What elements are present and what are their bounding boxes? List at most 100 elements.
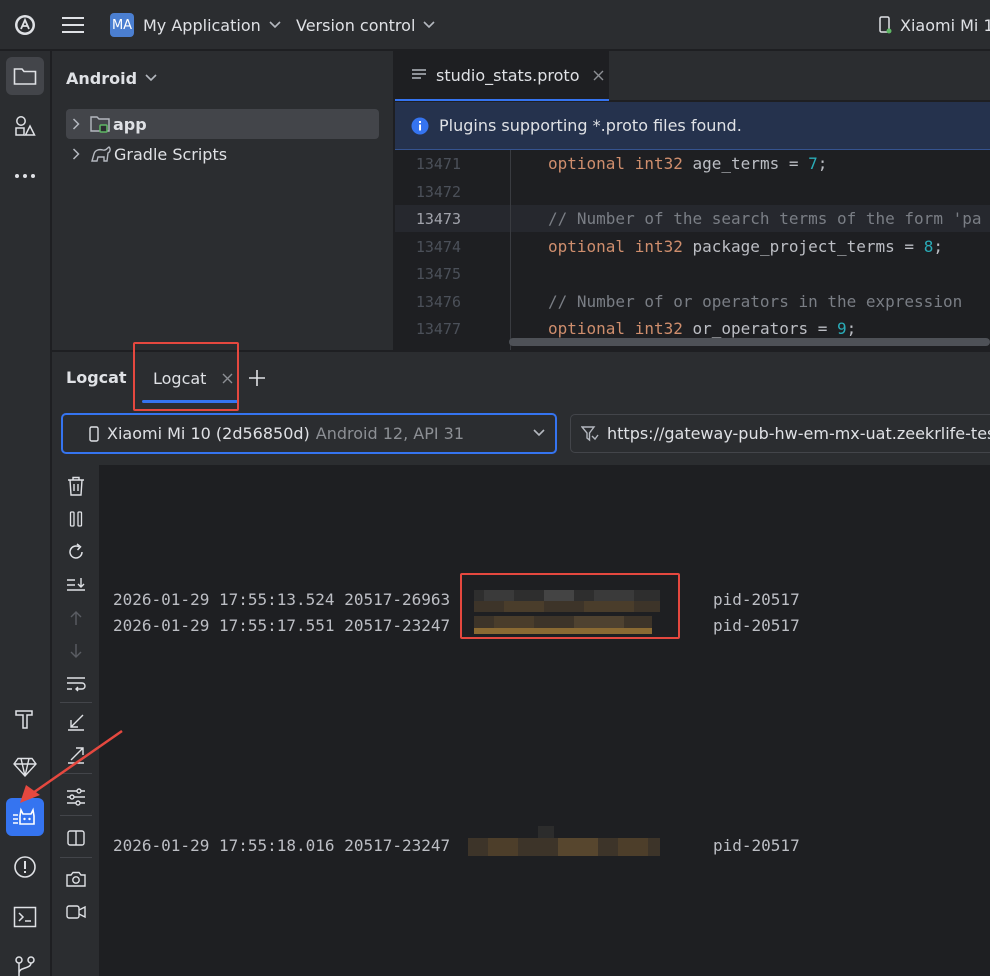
git-branch-icon xyxy=(14,955,36,976)
app-logo-icon[interactable] xyxy=(14,0,36,50)
chevron-down-icon xyxy=(145,74,157,82)
line-number: 13472 xyxy=(415,182,461,201)
restart-icon[interactable] xyxy=(64,540,88,564)
log-timestamp: 2026-01-29 17:55:18.016 xyxy=(113,835,335,855)
code-identifier: age_terms = xyxy=(682,154,809,173)
highlight-box-logcat-tab xyxy=(133,342,239,411)
phone-icon xyxy=(878,16,892,34)
code-line[interactable]: 13474 optional int32 package_project_term… xyxy=(395,233,990,260)
code-keyword: optional xyxy=(548,237,626,256)
terminal-tool-button[interactable] xyxy=(6,898,44,936)
device-selector-detail: Android 12, API 31 xyxy=(315,424,465,443)
code-text: // Number of or operators in the express… xyxy=(548,292,962,311)
chevron-down-icon xyxy=(269,21,281,29)
code-number: 7 xyxy=(808,154,818,173)
log-row[interactable]: 2026-01-29 17:55:13.524 20517-26963 xyxy=(113,587,450,611)
project-view-label: Android xyxy=(66,68,138,88)
device-name: Xiaomi Mi 10 xyxy=(900,15,990,35)
code-type: int32 xyxy=(634,237,683,256)
problems-tool-button[interactable] xyxy=(6,848,44,886)
chevron-down-icon xyxy=(423,21,435,29)
code-identifier: package_project_terms = xyxy=(682,237,924,256)
editor-tab-bar: studio_stats.proto xyxy=(395,51,990,101)
log-process-name: pid-20517 xyxy=(713,835,800,855)
logcat-window-title: Logcat xyxy=(66,368,127,387)
git-tool-button[interactable] xyxy=(6,948,44,976)
line-number: 13476 xyxy=(415,292,461,311)
device-selector[interactable]: Xiaomi Mi 10 xyxy=(878,0,990,50)
annotation-arrow xyxy=(18,729,124,805)
indent-guide xyxy=(510,150,511,350)
gradle-elephant-icon xyxy=(90,145,112,163)
tree-item-gradle-scripts[interactable]: Gradle Scripts xyxy=(66,139,379,169)
video-camera-icon[interactable] xyxy=(64,900,88,924)
main-menu-icon[interactable] xyxy=(62,0,84,50)
code-area[interactable]: 13471 optional int32 age_terms = 7; 13472 1… xyxy=(395,150,990,350)
code-type: int32 xyxy=(634,154,683,173)
toolbar-divider xyxy=(60,815,92,816)
info-icon xyxy=(411,117,429,135)
tree-item-app[interactable]: app xyxy=(66,109,379,139)
camera-icon[interactable] xyxy=(64,867,88,891)
version-control-menu[interactable]: Version control xyxy=(296,0,435,50)
code-line[interactable]: 13473 // Number of the search terms of th… xyxy=(395,205,990,232)
chevron-right-icon xyxy=(72,148,80,160)
logcat-cat-icon xyxy=(12,806,38,828)
code-text: optional int32 age_terms = 7; xyxy=(548,154,827,173)
text-file-icon xyxy=(411,68,427,82)
horizontal-scrollbar[interactable] xyxy=(509,338,990,346)
code-number: 9 xyxy=(837,319,847,338)
logcat-filter-bar: Xiaomi Mi 10 (2d56850d) Android 12, API … xyxy=(52,403,990,465)
log-row[interactable]: 2026-01-29 17:55:18.016 20517-23247 xyxy=(113,833,450,857)
add-tab-icon[interactable] xyxy=(248,369,266,387)
code-line[interactable]: 13472 xyxy=(395,178,990,205)
soft-wrap-icon[interactable] xyxy=(64,672,88,696)
pause-icon[interactable] xyxy=(64,507,88,531)
resource-manager-button[interactable] xyxy=(6,107,44,145)
code-text: optional int32 package_project_terms = 8… xyxy=(548,237,943,256)
toolbar-divider xyxy=(60,702,92,703)
code-line[interactable]: 13471 optional int32 age_terms = 7; xyxy=(395,150,990,177)
editor-area: studio_stats.proto Plugins supporting *.… xyxy=(395,51,990,350)
shapes-icon xyxy=(14,115,36,137)
line-number: 13477 xyxy=(415,319,461,338)
logcat-filter-input[interactable]: https://gateway-pub-hw-em-mx-uat.zeekrli… xyxy=(570,414,990,453)
code-type: int32 xyxy=(634,319,683,338)
tree-item-label: app xyxy=(113,114,147,134)
folder-icon xyxy=(13,66,37,86)
chevron-right-icon xyxy=(72,118,80,130)
arrow-down-icon[interactable] xyxy=(64,639,88,663)
log-row[interactable]: 2026-01-29 17:55:17.551 20517-23247 xyxy=(113,613,450,637)
code-comment: // Number of the search terms of the for… xyxy=(548,209,982,228)
title-bar: MA My Application Version control Xiaomi… xyxy=(0,0,990,50)
filter-query-text: https://gateway-pub-hw-em-mx-uat.zeekrli… xyxy=(607,424,990,443)
code-text: optional int32 or_operators = 9; xyxy=(548,319,856,338)
code-punct: ; xyxy=(817,154,828,173)
highlight-box-log-tag xyxy=(460,573,680,639)
split-view-icon[interactable] xyxy=(64,826,88,850)
arrow-up-icon[interactable] xyxy=(64,606,88,630)
project-view-selector[interactable]: Android xyxy=(66,67,157,89)
editor-tab-studio-stats[interactable]: studio_stats.proto xyxy=(395,51,609,101)
logcat-output[interactable]: 2026-01-29 17:55:13.524 20517-26963 pid-… xyxy=(101,465,990,976)
code-line[interactable]: 13476 // Number of or operators in the ex… xyxy=(395,288,990,315)
project-tool-button[interactable] xyxy=(6,57,44,95)
warning-circle-icon xyxy=(13,855,37,879)
trash-icon[interactable] xyxy=(64,474,88,498)
code-identifier: or_operators = xyxy=(682,319,837,338)
close-icon[interactable] xyxy=(593,70,604,81)
toolbar-divider xyxy=(60,857,92,858)
log-timestamp: 2026-01-29 17:55:13.524 xyxy=(113,589,335,609)
project-badge: MA xyxy=(110,13,134,37)
code-punct: ; xyxy=(846,319,857,338)
code-number: 8 xyxy=(923,237,934,256)
log-pid-tid: 20517-23247 xyxy=(344,835,451,855)
device-process-selector[interactable]: Xiaomi Mi 10 (2d56850d) Android 12, API … xyxy=(61,413,557,454)
line-number: 13471 xyxy=(415,154,461,173)
hammer-icon xyxy=(14,707,36,729)
log-process-name: pid-20517 xyxy=(713,615,800,635)
more-tools-button[interactable] xyxy=(6,157,44,195)
scroll-to-end-icon[interactable] xyxy=(64,573,88,597)
code-line[interactable]: 13475 xyxy=(395,260,990,287)
project-selector[interactable]: MA My Application xyxy=(110,0,281,50)
